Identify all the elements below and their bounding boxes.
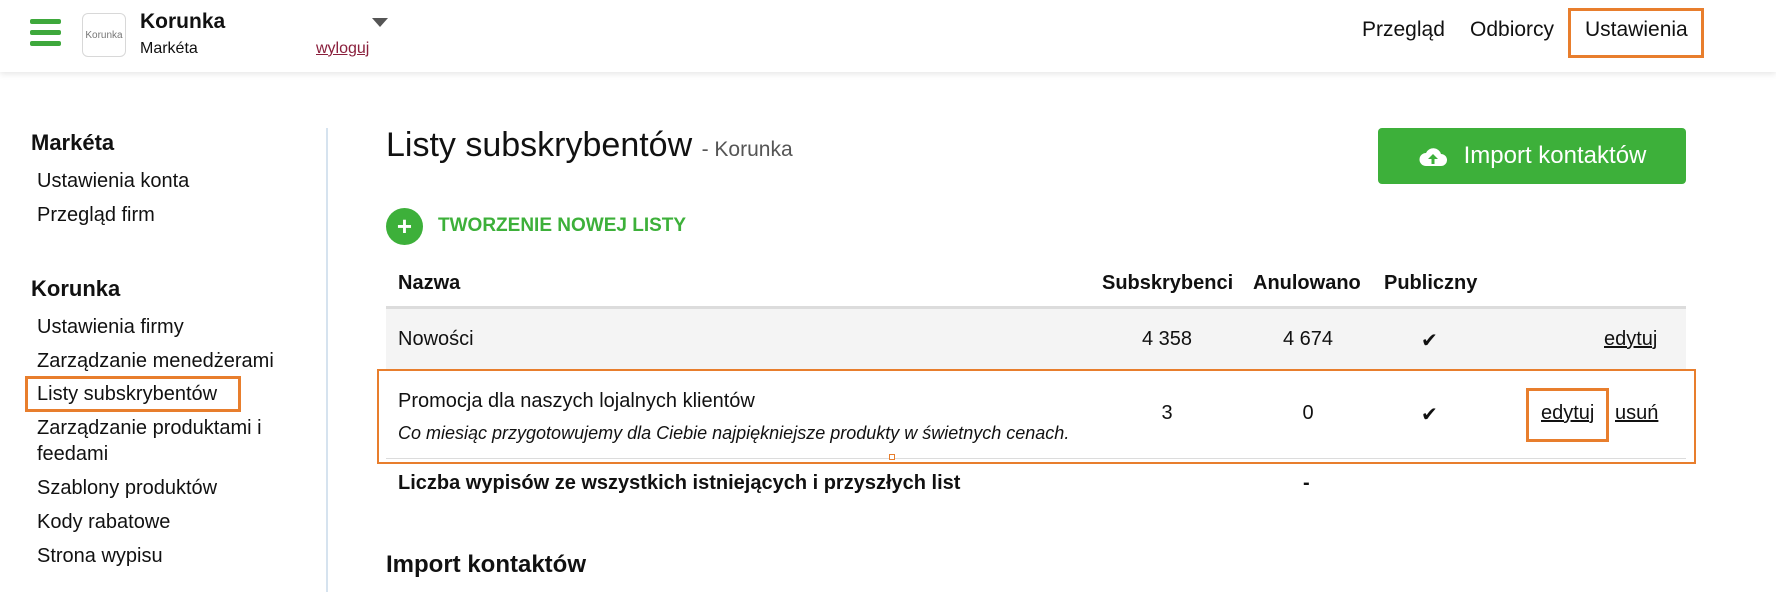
sidebar-item-companies-overview[interactable]: Przegląd firm bbox=[37, 202, 155, 228]
table-row-divider bbox=[386, 458, 1686, 459]
create-new-list-button[interactable]: + TWORZENIE NOWEJ LISTY bbox=[386, 207, 686, 245]
public-checkmark-icon: ✔ bbox=[1421, 330, 1438, 352]
edit-link[interactable]: edytuj bbox=[1604, 328, 1657, 351]
import-contacts-label: Import kontaktów bbox=[1463, 142, 1647, 169]
cancelled-count: 0 bbox=[1302, 402, 1314, 424]
page-title-text: Listy subskrybentów bbox=[386, 126, 693, 164]
sidebar-divider bbox=[326, 128, 328, 592]
list-name: Nowości bbox=[398, 328, 474, 350]
page-subtitle: - Korunka bbox=[701, 138, 793, 161]
account-dropdown-caret-icon[interactable] bbox=[372, 18, 388, 27]
list-description: Co miesiąc przygotowujemy dla Ciebie naj… bbox=[398, 423, 1070, 443]
edit-link[interactable]: edytuj bbox=[1541, 402, 1594, 425]
top-bar: Korunka Korunka Markéta wyloguj Przegląd… bbox=[0, 0, 1776, 72]
column-header-cancelled: Anulowano bbox=[1253, 272, 1361, 294]
sidebar-item-account-settings[interactable]: Ustawienia konta bbox=[37, 168, 189, 194]
nav-settings[interactable]: Ustawienia bbox=[1585, 18, 1688, 50]
sidebar-item-products-feeds-cont[interactable]: feedami bbox=[37, 441, 108, 467]
public-checkmark-icon: ✔ bbox=[1421, 404, 1438, 426]
create-new-list-label: TWORZENIE NOWEJ LISTY bbox=[438, 215, 687, 236]
column-header-subscribers: Subskrybenci bbox=[1102, 272, 1234, 294]
selection-handle bbox=[889, 454, 895, 460]
company-name: Korunka bbox=[140, 10, 226, 33]
column-header-name: Nazwa bbox=[398, 272, 461, 294]
sidebar-item-products-feeds[interactable]: Zarządzanie produktami i bbox=[37, 415, 262, 441]
delete-link[interactable]: usuń bbox=[1615, 402, 1658, 425]
sidebar-item-subscriber-lists[interactable]: Listy subskrybentów bbox=[37, 381, 217, 407]
company-logo: Korunka bbox=[82, 13, 126, 57]
column-header-public: Publiczny bbox=[1384, 272, 1478, 294]
import-contacts-section-heading: Import kontaktów bbox=[386, 551, 587, 578]
sidebar-item-company-settings[interactable]: Ustawienia firmy bbox=[37, 314, 184, 340]
sidebar-item-product-templates[interactable]: Szablony produktów bbox=[37, 475, 217, 501]
hamburger-menu-icon[interactable] bbox=[30, 19, 61, 46]
nav-recipients[interactable]: Odbiorcy bbox=[1470, 18, 1554, 50]
nav-overview[interactable]: Przegląd bbox=[1362, 18, 1445, 50]
sidebar-item-discount-codes[interactable]: Kody rabatowe bbox=[37, 509, 170, 535]
list-name: Promocja dla naszych lojalnych klientów bbox=[398, 390, 755, 412]
user-name: Markéta bbox=[140, 40, 198, 57]
subscribers-count: 4 358 bbox=[1141, 328, 1193, 350]
cloud-upload-icon bbox=[1419, 148, 1447, 166]
import-contacts-button[interactable]: Import kontaktów bbox=[1378, 128, 1686, 184]
table-row bbox=[386, 309, 1686, 371]
total-unsubscribes-label: Liczba wypisów ze wszystkich istniejącyc… bbox=[398, 472, 961, 494]
sidebar-item-managers[interactable]: Zarządzanie menedżerami bbox=[37, 348, 274, 374]
subscribers-count: 3 bbox=[1161, 402, 1173, 424]
sidebar-item-unsubscribe-page[interactable]: Strona wypisu bbox=[37, 543, 163, 569]
total-unsubscribes-value: - bbox=[1303, 472, 1310, 494]
page-title: Listy subskrybentów - Korunka bbox=[386, 126, 793, 165]
plus-icon: + bbox=[386, 207, 423, 245]
logout-link[interactable]: wyloguj bbox=[316, 40, 369, 58]
sidebar-heading-company: Korunka bbox=[31, 276, 121, 301]
table-row-highlight bbox=[377, 369, 1696, 464]
sidebar-heading-user: Markéta bbox=[31, 130, 115, 155]
cancelled-count: 4 674 bbox=[1282, 328, 1334, 350]
